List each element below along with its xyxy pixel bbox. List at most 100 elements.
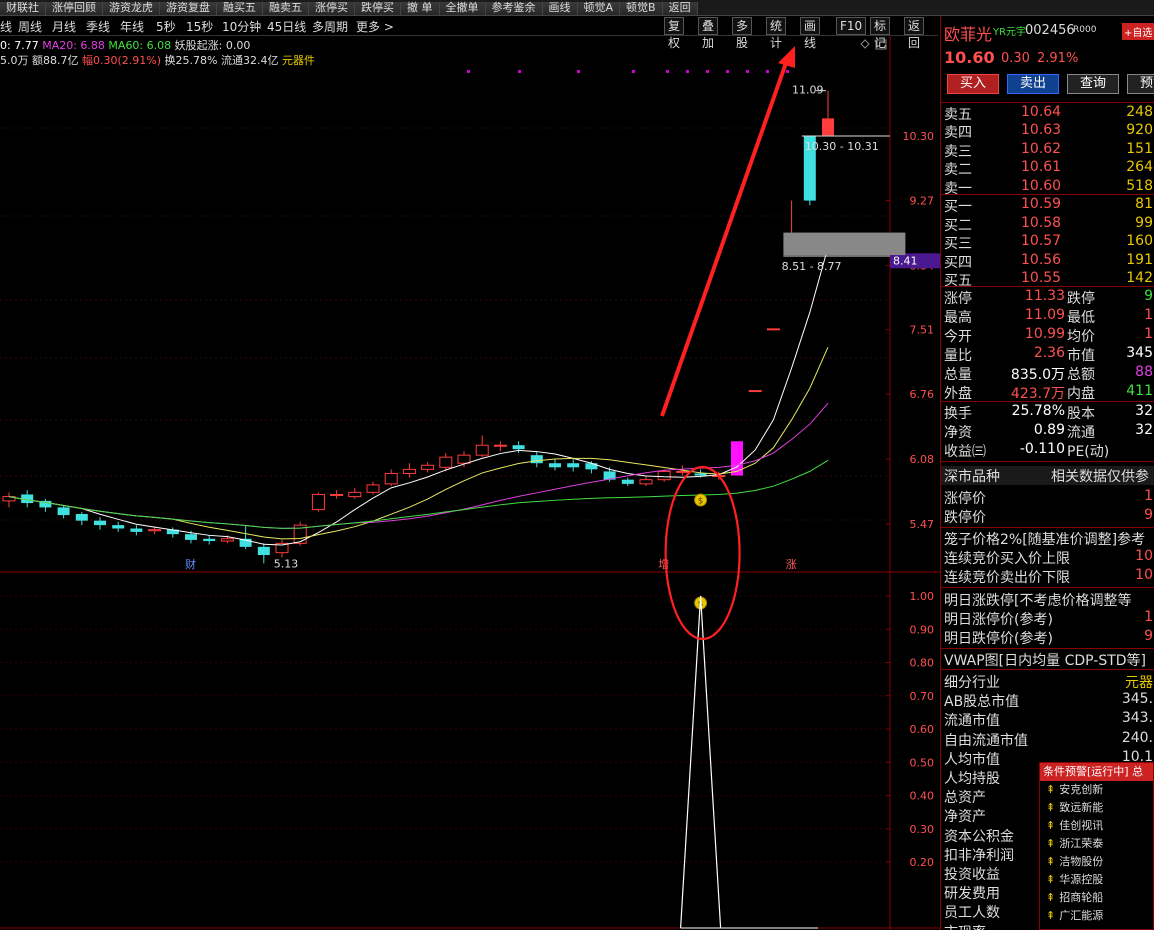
candle[interactable] — [421, 462, 435, 473]
candle[interactable] — [330, 490, 344, 499]
candle[interactable] — [475, 435, 489, 458]
stat-row-2: 今开 10.99 均价 1 — [941, 326, 1154, 345]
candle[interactable] — [731, 441, 743, 476]
period-7[interactable]: 10分钟 — [222, 18, 261, 35]
candle[interactable] — [2, 492, 16, 508]
stock-header: 欧菲光 YR元宇 002456 R000 +自选 — [941, 18, 1154, 44]
alert-item[interactable]: ⇞ 浙江荣泰 — [1040, 835, 1153, 853]
alert-item[interactable]: ⇞ 华源控股 — [1040, 871, 1153, 889]
toolbar-button-7[interactable]: 跌停买 — [355, 2, 401, 15]
trade-button-3[interactable]: 预警 — [1127, 74, 1154, 94]
toolbar-button-6[interactable]: 涨停买 — [309, 2, 355, 15]
alert-item[interactable]: ⇞ 佳创视讯 — [1040, 817, 1153, 835]
candle[interactable] — [493, 441, 507, 452]
period-1[interactable]: 周线 — [18, 18, 42, 35]
sell-row-3: 卖二 10.61 264 — [941, 159, 1154, 178]
toolbar-button-10[interactable]: 参考鉴余 — [485, 2, 543, 15]
toolbar-button-3[interactable]: 游资复盘 — [160, 2, 217, 15]
period-8[interactable]: 45日线 — [267, 18, 306, 35]
toolbar-button-8[interactable]: 撤 单 — [401, 2, 440, 15]
candle[interactable] — [75, 511, 88, 526]
alert-star-icon: ⇞ — [1046, 873, 1056, 886]
stat-label-b: 内盘 — [1067, 386, 1095, 402]
trade-buttons: 买入卖出查询预警 — [941, 74, 1154, 96]
trade-button-0[interactable]: 买入 — [947, 74, 999, 94]
candle[interactable] — [549, 459, 561, 471]
toolbar-button-2[interactable]: 游资龙虎 — [103, 2, 160, 15]
alert-item-label: 佳创视讯 — [1059, 819, 1104, 832]
period-0[interactable]: 线 — [0, 18, 12, 35]
alert-item[interactable]: ⇞ 致远新能 — [1040, 799, 1153, 817]
period-10[interactable]: 更多 > — [356, 18, 394, 35]
candle[interactable] — [822, 90, 834, 136]
candle[interactable] — [402, 463, 416, 478]
candle[interactable] — [57, 505, 70, 519]
candle[interactable] — [275, 539, 289, 558]
window-icon[interactable] — [875, 39, 887, 50]
period-4[interactable]: 年线 — [120, 18, 144, 35]
candle[interactable] — [567, 459, 580, 472]
toolbar-button-1[interactable]: 涨停回顾 — [46, 2, 103, 15]
alert-item[interactable]: ⇞ 安克创新 — [1040, 781, 1153, 799]
candle[interactable] — [94, 517, 106, 530]
candle[interactable] — [112, 521, 125, 532]
alert-item[interactable]: ⇞ 广汇能源 — [1040, 907, 1153, 925]
period-2[interactable]: 月线 — [52, 18, 76, 35]
candle[interactable] — [530, 451, 543, 468]
chart-tool-4[interactable]: 画线 — [800, 17, 821, 50]
candle[interactable] — [130, 525, 143, 536]
chart-tool-3[interactable]: 统计 — [766, 17, 787, 50]
price-change: 0.30 — [1001, 51, 1030, 66]
stat-label-a: 净资 — [944, 425, 972, 441]
highlight-ellipse — [664, 465, 741, 641]
vol-info: 5.0万 — [0, 54, 29, 67]
candle[interactable] — [39, 498, 52, 512]
candle[interactable] — [621, 477, 634, 486]
chart-tool-0[interactable]: 复权 — [664, 17, 685, 50]
main-chart[interactable]: 10.309.278.347.516.766.085.471.000.900.8… — [0, 36, 940, 930]
price-tick-label: 6.76 — [910, 388, 935, 401]
alert-item[interactable]: ⇞ 招商轮船 — [1040, 889, 1153, 907]
alert-star-icon: ⇞ — [1046, 801, 1056, 814]
candle[interactable] — [639, 475, 653, 486]
industry-info: 元器件 — [281, 54, 315, 67]
period-3[interactable]: 季线 — [86, 18, 110, 35]
add-watchlist-button[interactable]: +自选 — [1122, 23, 1154, 40]
alert-star-icon: ⇞ — [1046, 855, 1056, 868]
candle[interactable] — [239, 525, 252, 550]
toolbar-button-12[interactable]: 顿觉A — [577, 2, 621, 15]
diamond-icon[interactable] — [860, 39, 870, 49]
toolbar-button-13[interactable]: 顿觉B — [620, 2, 663, 15]
chart-tool-6[interactable]: 标记 — [870, 17, 891, 50]
alert-star-icon: ⇞ — [1046, 909, 1056, 922]
toolbar-button-11[interactable]: 画线 — [542, 2, 578, 15]
market-label: 深市品种 — [944, 469, 1000, 485]
sep-6 — [941, 669, 1154, 670]
candle[interactable] — [366, 481, 380, 495]
trade-button-2[interactable]: 查询 — [1067, 74, 1119, 94]
toolbar-button-0[interactable]: 财联社 — [0, 2, 46, 15]
candle[interactable] — [203, 535, 216, 545]
candle[interactable] — [348, 488, 362, 499]
candle[interactable] — [766, 328, 780, 331]
chart-tool-7[interactable]: 返回 — [904, 17, 925, 50]
candle[interactable] — [748, 390, 762, 393]
toolbar-button-4[interactable]: 融买五 — [217, 2, 263, 15]
chart-tool-1[interactable]: 叠加 — [698, 17, 719, 50]
period-6[interactable]: 15秒 — [186, 18, 213, 35]
candle[interactable] — [384, 469, 398, 486]
toolbar-button-5[interactable]: 融卖五 — [263, 2, 309, 15]
candle[interactable] — [311, 492, 325, 512]
box2-label: 8.51 - 8.77 — [782, 260, 842, 273]
toolbar-button-9[interactable]: 全撤单 — [439, 2, 486, 15]
alert-item[interactable]: ⇞ 洁物股份 — [1040, 853, 1153, 871]
trade-button-1[interactable]: 卖出 — [1007, 74, 1059, 94]
chart-tool-5[interactable]: F10 — [836, 17, 867, 35]
period-5[interactable]: 5秒 — [156, 18, 176, 35]
candle[interactable] — [457, 451, 471, 468]
stat-label-b: 均价 — [1067, 329, 1095, 345]
chart-tool-2[interactable]: 多股 — [732, 17, 753, 50]
candle[interactable] — [257, 543, 270, 564]
period-9[interactable]: 多周期 — [312, 18, 348, 35]
toolbar-button-14[interactable]: 返回 — [662, 2, 698, 15]
